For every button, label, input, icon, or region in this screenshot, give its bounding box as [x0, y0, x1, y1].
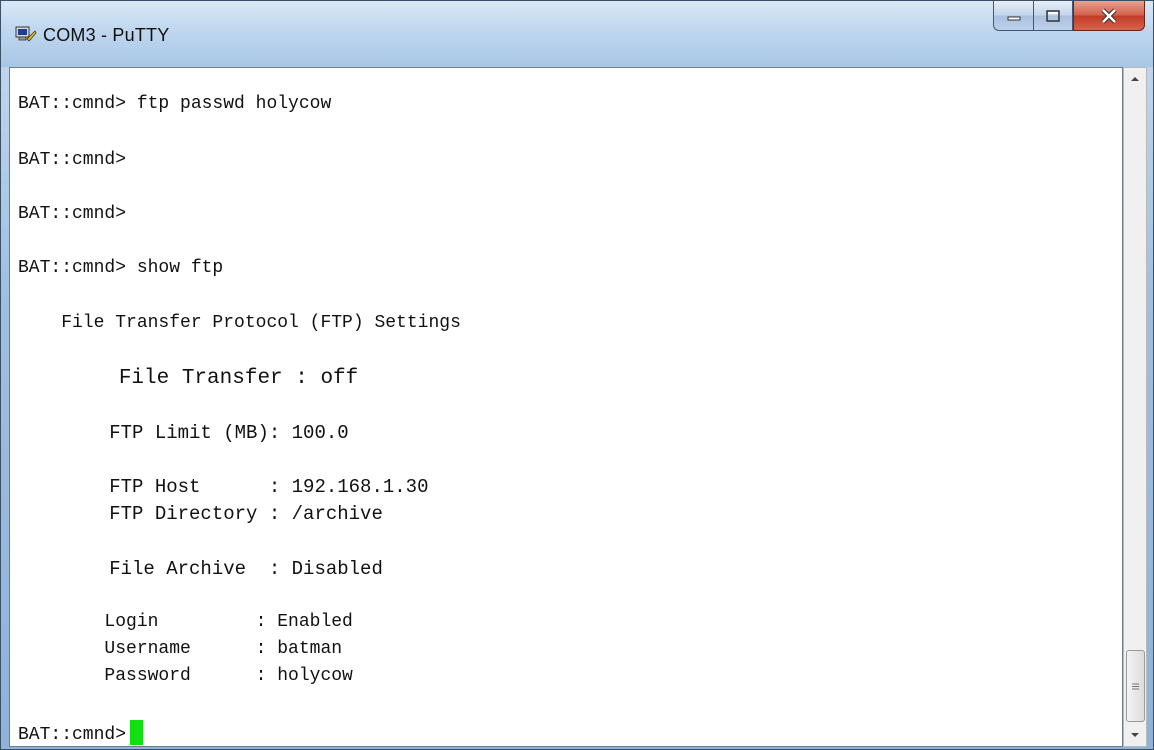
putty-icon[interactable]	[15, 25, 37, 45]
close-button[interactable]	[1073, 1, 1145, 31]
maximize-button[interactable]	[1033, 1, 1073, 31]
terminal-line: FTP Directory : /archive	[18, 503, 383, 525]
prompt-text: BAT::cmnd>	[18, 725, 127, 745]
terminal-line: File Transfer Protocol (FTP) Settings	[18, 313, 461, 333]
terminal-output: BAT::cmnd> ftp passwd holycow BAT::cmnd>…	[18, 68, 1122, 746]
terminal-line: BAT::cmnd>	[18, 204, 127, 224]
terminal-prompt-line: BAT::cmnd>	[18, 720, 144, 745]
maximize-icon	[1046, 9, 1060, 22]
caption-buttons	[993, 1, 1145, 35]
scroll-thumb[interactable]	[1126, 650, 1145, 722]
title-bar[interactable]: COM3 - PuTTY	[1, 1, 1153, 67]
scroll-down-button[interactable]	[1124, 724, 1146, 746]
terminal-line: FTP Limit (MB): 100.0	[18, 422, 349, 444]
terminal-line: BAT::cmnd> ftp passwd holycow	[18, 94, 332, 114]
minimize-button[interactable]	[993, 1, 1033, 31]
terminal-line: FTP Host : 192.168.1.30	[18, 476, 429, 498]
terminal-line: Login : Enabled	[18, 612, 353, 632]
minimize-icon	[1007, 16, 1020, 20]
window-title: COM3 - PuTTY	[43, 25, 170, 45]
terminal-line: Username : batman	[18, 639, 343, 659]
arrow-down-icon	[1131, 733, 1139, 737]
text-cursor	[130, 720, 144, 745]
terminal-line: Password : holycow	[18, 666, 353, 686]
terminal-line: BAT::cmnd> show ftp	[18, 258, 224, 278]
terminal-line: BAT::cmnd>	[18, 150, 127, 170]
grip-icon	[1132, 683, 1139, 689]
terminal-area[interactable]: BAT::cmnd> ftp passwd holycow BAT::cmnd>…	[9, 67, 1123, 747]
putty-window: COM3 - PuTTY BAT::cmnd> ftp passwd holyc…	[0, 0, 1154, 750]
close-icon	[1101, 7, 1117, 24]
vertical-scrollbar[interactable]	[1123, 67, 1147, 747]
scroll-up-button[interactable]	[1124, 68, 1146, 90]
arrow-up-icon	[1131, 77, 1139, 81]
terminal-line: File Archive : Disabled	[18, 558, 383, 580]
terminal-line: File Transfer : off	[18, 367, 359, 390]
